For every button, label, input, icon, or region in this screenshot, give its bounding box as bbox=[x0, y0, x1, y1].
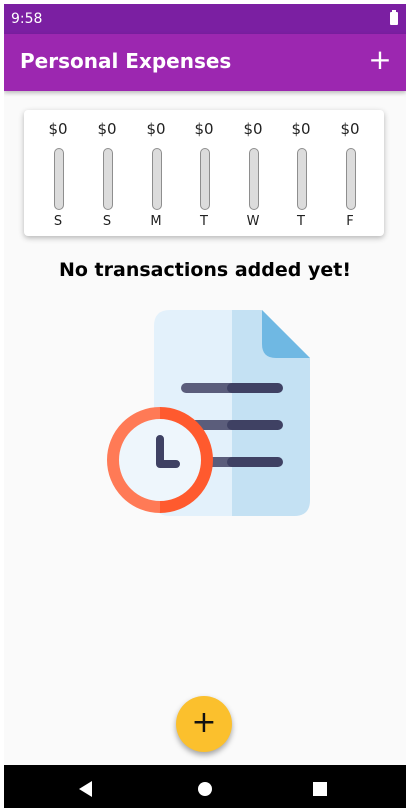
chart-bar-column: $0 M bbox=[136, 120, 176, 232]
chart-bar-column: $0 T bbox=[281, 120, 321, 232]
bar-track bbox=[152, 148, 162, 210]
back-triangle-icon bbox=[79, 781, 92, 797]
battery-full-icon bbox=[390, 10, 398, 25]
nav-back-button[interactable] bbox=[62, 765, 110, 808]
bar-day-label: W bbox=[246, 214, 260, 229]
status-time: 9:58 bbox=[11, 11, 43, 27]
bar-track bbox=[54, 148, 64, 210]
bar-amount-label: $0 bbox=[291, 120, 311, 138]
weekly-chart-card: $0 S $0 S $0 M $0 T $0 W $0 T $0 F bbox=[24, 110, 384, 236]
document-clock-icon bbox=[107, 310, 310, 516]
plus-icon: + bbox=[191, 705, 217, 740]
home-circle-icon bbox=[198, 782, 212, 796]
bar-track bbox=[249, 148, 259, 210]
app-bar: Personal Expenses + bbox=[4, 34, 406, 91]
bar-day-label: S bbox=[102, 214, 112, 229]
bar-day-label: M bbox=[150, 214, 162, 229]
floating-add-button[interactable]: + bbox=[176, 696, 232, 752]
chart-bar-column: $0 F bbox=[330, 120, 370, 232]
bar-day-label: F bbox=[346, 214, 354, 229]
bar-amount-label: $0 bbox=[146, 120, 166, 138]
bar-track bbox=[346, 148, 356, 210]
bar-amount-label: $0 bbox=[243, 120, 263, 138]
plus-icon: + bbox=[368, 43, 392, 76]
bar-amount-label: $0 bbox=[340, 120, 360, 138]
status-bar: 9:58 bbox=[4, 4, 406, 34]
system-navigation-bar bbox=[4, 765, 406, 808]
empty-state-message: No transactions added yet! bbox=[58, 259, 351, 281]
bar-track bbox=[200, 148, 210, 210]
recents-square-icon bbox=[313, 782, 327, 796]
bar-day-label: S bbox=[53, 214, 63, 229]
chart-bar-column: $0 S bbox=[87, 120, 127, 232]
bar-track bbox=[297, 148, 307, 210]
app-title: Personal Expenses bbox=[20, 49, 232, 73]
chart-bar-column: $0 T bbox=[184, 120, 224, 232]
bar-amount-label: $0 bbox=[194, 120, 214, 138]
bar-day-label: T bbox=[200, 214, 208, 229]
nav-home-button[interactable] bbox=[181, 765, 229, 808]
chart-bar-column: $0 S bbox=[38, 120, 78, 232]
nav-recents-button[interactable] bbox=[296, 765, 344, 808]
add-transaction-button[interactable]: + bbox=[366, 46, 394, 75]
app-screen: 9:58 Personal Expenses + $0 S $0 S $0 M … bbox=[4, 4, 406, 808]
bar-day-label: T bbox=[297, 214, 305, 229]
bar-amount-label: $0 bbox=[48, 120, 68, 138]
chart-bar-column: $0 W bbox=[233, 120, 273, 232]
bar-amount-label: $0 bbox=[97, 120, 117, 138]
bar-track bbox=[103, 148, 113, 210]
